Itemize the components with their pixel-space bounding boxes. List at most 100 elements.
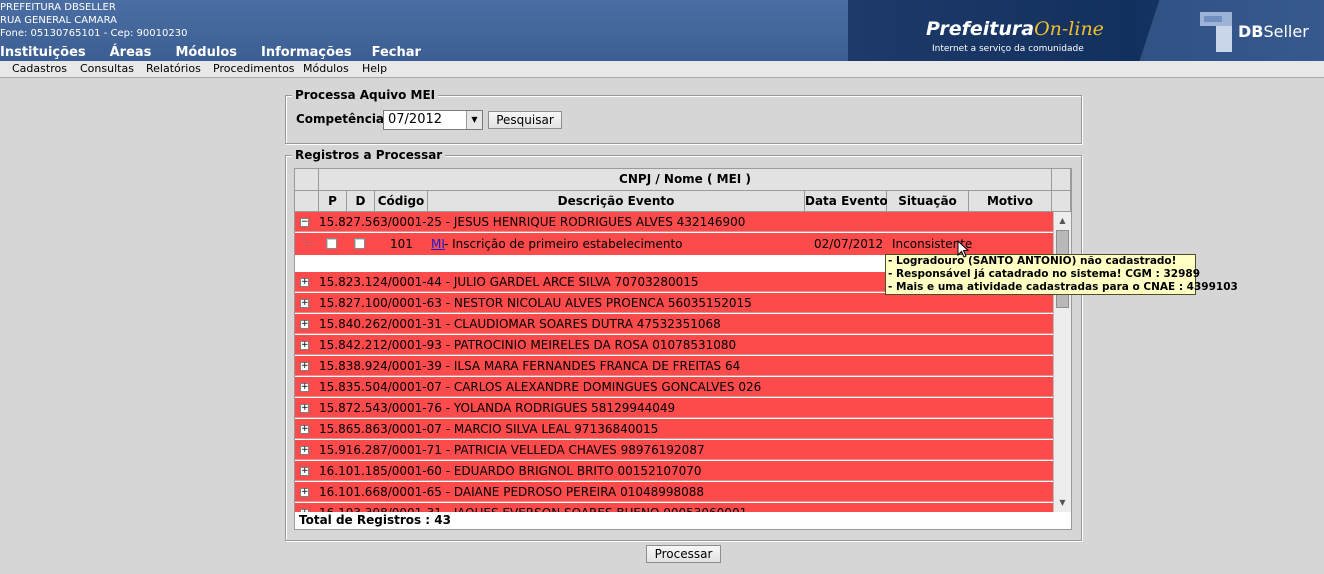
menu-cadastros[interactable]: Cadastros (12, 62, 67, 75)
expand-icon[interactable]: + (300, 467, 309, 476)
expand-icon[interactable]: + (300, 509, 309, 512)
row-label: 15.842.212/0001-93 - PATROCINIO MEIRELES… (319, 338, 737, 352)
mei-form-fieldset: Processa Aquivo MEI Competência : 07/201… (285, 88, 1082, 144)
column-header-codigo[interactable]: Código (375, 191, 428, 212)
row-label: 16.103.398/0001-31 - JAQUES EVERSON SOAR… (319, 506, 747, 512)
app-header: PREFEITURA DBSELLER RUA GENERAL CAMARA F… (0, 0, 1324, 61)
row-label: 16.101.185/0001-60 - EDUARDO BRIGNOL BRI… (319, 464, 702, 478)
logo-tagline: Internet a serviço da comunidade (932, 44, 1084, 54)
brand-seller: Seller (1263, 22, 1309, 41)
table-row[interactable]: +15.838.924/0001-39 - ILSA MARA FERNANDE… (295, 356, 1053, 376)
competencia-value: 07/2012 (388, 112, 443, 127)
process-button[interactable]: Processar (646, 545, 721, 563)
expand-icon[interactable]: + (300, 278, 309, 287)
table-row[interactable]: +15.865.863/0001-07 - MARCIO SILVA LEAL … (295, 419, 1053, 439)
row-label: 15.827.100/0001-63 - NESTOR NICOLAU ALVE… (319, 296, 752, 310)
reason-tooltip: - Logradouro (SANTO ANTONIO) não cadastr… (885, 254, 1238, 295)
competencia-label: Competência : (296, 112, 394, 126)
expand-icon[interactable]: + (300, 383, 309, 392)
row-label: 15.865.863/0001-07 - MARCIO SILVA LEAL 9… (319, 422, 659, 436)
detail-row: 101 MI - Inscrição de primeiro estabelec… (295, 233, 1053, 255)
checkbox-d[interactable] (354, 238, 365, 249)
column-header-situacao[interactable]: Situação (887, 191, 969, 212)
expand-icon[interactable]: + (300, 341, 309, 350)
menubar: Cadastros Consultas Relatórios Procedime… (0, 61, 1324, 78)
table-row-expanded[interactable]: − 15.827.563/0001-25 - JESUS HENRIQUE RO… (295, 212, 1053, 232)
table-row[interactable]: +16.103.398/0001-31 - JAQUES EVERSON SOA… (295, 503, 1053, 512)
row-label: 15.916.287/0001-71 - PATRICIA VELLEDA CH… (319, 443, 705, 457)
detail-descricao: - Inscrição de primeiro estabelecimento (444, 237, 683, 251)
column-header-descricao[interactable]: Descrição Evento (428, 191, 805, 212)
mi-link[interactable]: MI (431, 237, 445, 251)
row-label: 15.835.504/0001-07 - CARLOS ALEXANDRE DO… (319, 380, 762, 394)
row-label: 15.827.563/0001-25 - JESUS HENRIQUE RODR… (319, 215, 746, 229)
column-header-d[interactable]: D (347, 191, 375, 212)
expand-icon[interactable]: + (300, 404, 309, 413)
menu-help[interactable]: Help (362, 62, 387, 75)
expand-icon[interactable]: + (300, 446, 309, 455)
org-address: RUA GENERAL CAMARA (0, 15, 117, 26)
mei-form-legend: Processa Aquivo MEI (292, 88, 439, 102)
logo-word-prefeitura: Prefeitura (926, 18, 1035, 40)
expand-icon[interactable]: + (300, 425, 309, 434)
tree-connector-icon (303, 233, 316, 245)
scroll-down-icon[interactable]: ▼ (1054, 496, 1071, 510)
table-row[interactable]: +15.840.262/0001-31 - CLAUDIOMAR SOARES … (295, 314, 1053, 334)
checkbox-p[interactable] (326, 238, 337, 249)
dbseller-logo-icon (1200, 12, 1232, 52)
collapse-icon[interactable]: − (300, 218, 309, 227)
expand-icon[interactable]: + (300, 362, 309, 371)
scroll-up-icon[interactable]: ▲ (1054, 214, 1071, 228)
nav-instituicoes[interactable]: Instituições (0, 45, 86, 60)
dbseller-wordmark: DBSeller (1238, 22, 1309, 41)
tooltip-line-3: - Mais e uma atividade cadastradas para … (888, 281, 1238, 293)
chevron-down-icon[interactable]: ▼ (466, 111, 482, 129)
menu-procedimentos[interactable]: Procedimentos (213, 62, 295, 75)
menu-modulos[interactable]: Módulos (303, 62, 349, 75)
prefeitura-online-logo: PrefeituraOn-line (926, 18, 1104, 40)
nav-areas[interactable]: Áreas (110, 45, 152, 60)
column-header-motivo[interactable]: Motivo (969, 191, 1052, 212)
nav-informacoes[interactable]: Informações (261, 45, 352, 60)
search-button[interactable]: Pesquisar (488, 111, 562, 129)
expand-icon[interactable]: + (300, 320, 309, 329)
table-row[interactable]: +16.101.185/0001-60 - EDUARDO BRIGNOL BR… (295, 461, 1053, 481)
table-row[interactable]: +15.835.504/0001-07 - CARLOS ALEXANDRE D… (295, 377, 1053, 397)
table-row[interactable]: +16.101.668/0001-65 - DAIANE PEDROSO PER… (295, 482, 1053, 502)
column-header-data[interactable]: Data Evento (805, 191, 888, 212)
grid-corner-cell (295, 169, 319, 191)
table-row[interactable]: +15.827.100/0001-63 - NESTOR NICOLAU ALV… (295, 293, 1053, 313)
tooltip-line-1: - Logradouro (SANTO ANTONIO) não cadastr… (888, 255, 1177, 267)
grid-corner-cell-right-2 (1052, 191, 1071, 212)
column-header-p[interactable]: P (319, 191, 347, 212)
org-info: PREFEITURA DBSELLER RUA GENERAL CAMARA F… (0, 1, 187, 40)
table-row[interactable]: +15.842.212/0001-93 - PATROCINIO MEIRELE… (295, 335, 1053, 355)
menu-consultas[interactable]: Consultas (80, 62, 134, 75)
table-row[interactable]: +15.916.287/0001-71 - PATRICIA VELLEDA C… (295, 440, 1053, 460)
expand-icon[interactable]: + (300, 299, 309, 308)
competencia-select[interactable]: 07/2012 ▼ (383, 110, 483, 130)
org-name: PREFEITURA DBSELLER (0, 2, 116, 13)
row-label: 16.101.668/0001-65 - DAIANE PEDROSO PERE… (319, 485, 705, 499)
logo-area: PrefeituraOn-line Internet a serviço da … (848, 0, 1324, 61)
row-label: 15.838.924/0001-39 - ILSA MARA FERNANDES… (319, 359, 741, 373)
grid-corner-cell-right (1052, 169, 1071, 191)
group-header: CNPJ / Nome ( MEI ) (319, 169, 1052, 191)
table-row[interactable]: +15.872.543/0001-76 - YOLANDA RODRIGUES … (295, 398, 1053, 418)
logo-word-online: On-line (1034, 18, 1104, 40)
mouse-pointer-icon (957, 240, 969, 258)
detail-data: 02/07/2012 (814, 237, 884, 251)
row-label: 15.840.262/0001-31 - CLAUDIOMAR SOARES D… (319, 317, 721, 331)
records-grid: CNPJ / Nome ( MEI ) P D Código Descrição… (294, 168, 1072, 530)
expand-icon[interactable]: + (300, 488, 309, 497)
row-label: 15.823.124/0001-44 - JULIO GARDEL ARCE S… (319, 275, 699, 289)
nav-modulos[interactable]: Módulos (175, 45, 237, 60)
top-nav: Instituições Áreas Módulos Informações Fecha… (0, 45, 421, 60)
menu-relatorios[interactable]: Relatórios (146, 62, 201, 75)
detail-codigo: 101 (390, 237, 413, 251)
row-label: 15.872.543/0001-76 - YOLANDA RODRIGUES 5… (319, 401, 676, 415)
records-legend: Registros a Processar (292, 148, 446, 162)
brand-db: DB (1238, 22, 1264, 41)
grid-corner-cell-2 (295, 191, 319, 212)
nav-fechar[interactable]: Fechar (372, 45, 421, 60)
